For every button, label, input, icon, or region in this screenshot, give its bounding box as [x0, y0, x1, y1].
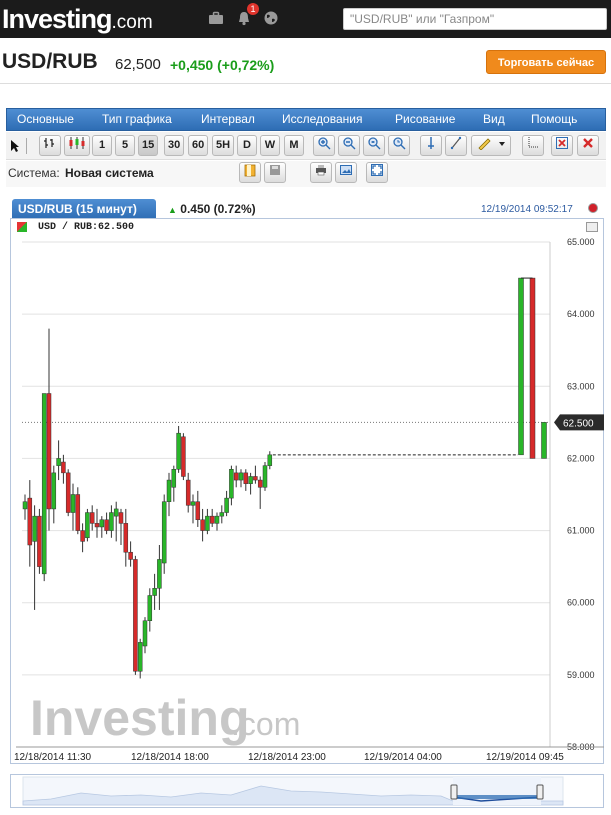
notification-badge: 1	[247, 3, 259, 15]
system-label: Система:	[8, 166, 60, 180]
bar-chart-type-button[interactable]	[39, 135, 61, 156]
menu-studies[interactable]: Исследования	[282, 112, 362, 126]
zoom-reset-button[interactable]	[388, 135, 410, 156]
trendline-icon	[450, 136, 462, 150]
export-image-button[interactable]	[335, 162, 357, 183]
zoom-fit-button[interactable]	[363, 135, 385, 156]
folder-icon	[244, 164, 256, 177]
close-icon	[583, 138, 593, 148]
top-navigation-bar: Investing.com 1 "USD/RUB" или "Газпром"	[0, 0, 611, 38]
zoom-in-icon	[318, 137, 331, 150]
instrument-header: USD/RUB 62,500 +0,450 (+0,72%) Торговать…	[0, 38, 611, 84]
navigator-right-handle[interactable]	[536, 784, 544, 800]
logo-suffix-text: .com	[111, 12, 153, 33]
candle-chart-type-button[interactable]	[64, 135, 90, 156]
candlestick-icon	[69, 137, 85, 149]
interval-15-button[interactable]: 15	[138, 135, 159, 156]
interval-w-button[interactable]: W	[260, 135, 280, 156]
logo-main-text: Investing	[2, 4, 113, 34]
system-bar: Система: Новая система	[6, 161, 606, 187]
zoom-in-button[interactable]	[313, 135, 335, 156]
interval-m-button[interactable]: M	[284, 135, 304, 156]
save-icon	[270, 165, 280, 175]
chart-toolbar: 1 5 15 30 60 5H D W M	[6, 132, 606, 160]
chart-change-value: 0.450 (0.72%)	[180, 202, 256, 216]
chart-area[interactable]	[10, 218, 604, 764]
zoom-reset-icon	[393, 137, 406, 150]
chart-legend: USD / RUB:62.500	[38, 222, 135, 233]
menu-chart-type[interactable]: Тип графика	[102, 112, 172, 126]
zoom-out-button[interactable]	[338, 135, 360, 156]
menu-drawing[interactable]: Рисование	[395, 112, 455, 126]
crosshair-icon	[428, 137, 434, 149]
dotted-crosshair-icon	[528, 137, 539, 148]
investing-logo[interactable]: Investing.com	[2, 4, 153, 35]
series-color-swatch	[17, 222, 27, 232]
delete-selected-icon	[556, 137, 568, 149]
chart-navigator[interactable]	[10, 774, 604, 808]
image-icon	[340, 165, 352, 175]
clear-all-button[interactable]	[577, 135, 599, 156]
interval-d-button[interactable]: D	[237, 135, 257, 156]
fullscreen-button[interactable]	[366, 162, 388, 183]
printer-icon	[316, 165, 326, 176]
toolbar-separator	[26, 138, 27, 154]
interval-60-button[interactable]: 60	[188, 135, 209, 156]
minimize-chart-button[interactable]	[586, 222, 598, 232]
menu-help[interactable]: Помощь	[531, 112, 577, 126]
drawing-tool-dropdown[interactable]	[471, 135, 511, 156]
interval-5-button[interactable]: 5	[115, 135, 135, 156]
ohlc-icon	[44, 138, 54, 148]
interval-1-button[interactable]: 1	[92, 135, 112, 156]
instrument-name: USD/RUB	[2, 50, 98, 73]
menu-view[interactable]: Вид	[483, 112, 505, 126]
live-indicator-icon[interactable]	[588, 203, 598, 213]
navigator-overview[interactable]	[11, 775, 603, 807]
trendline-button[interactable]	[445, 135, 467, 156]
chart-change: ▲ 0.450 (0.72%)	[168, 202, 256, 216]
interval-30-button[interactable]: 30	[164, 135, 185, 156]
remove-drawing-button[interactable]	[551, 135, 573, 156]
trade-now-button[interactable]: Торговать сейчас	[486, 50, 606, 74]
menu-main[interactable]: Основные	[17, 112, 74, 126]
search-input[interactable]: "USD/RUB" или "Газпром"	[343, 8, 607, 30]
chart-timestamp: 12/19/2014 09:52:17	[481, 204, 573, 215]
navigator-left-handle[interactable]	[450, 784, 458, 800]
instrument-change: +0,450 (+0,72%)	[170, 57, 275, 73]
zoom-fit-icon	[368, 137, 381, 150]
crosshair-button[interactable]	[420, 135, 442, 156]
briefcase-icon[interactable]	[208, 10, 224, 26]
crosshair-cursor-button[interactable]	[522, 135, 544, 156]
instrument-price: 62,500	[115, 56, 161, 73]
menu-interval[interactable]: Интервал	[201, 112, 255, 126]
chart-menu-bar: Основные Тип графика Интервал Исследован…	[6, 108, 606, 131]
up-arrow-icon: ▲	[168, 205, 177, 215]
system-value[interactable]: Новая система	[65, 166, 154, 180]
open-system-button[interactable]	[239, 162, 261, 183]
globe-icon[interactable]	[263, 10, 279, 26]
fullscreen-icon	[371, 164, 383, 176]
chart-tab[interactable]: USD/RUB (15 минут)	[12, 199, 156, 219]
cursor-icon[interactable]	[10, 139, 20, 153]
zoom-out-icon	[343, 137, 356, 150]
pencil-icon	[478, 138, 505, 151]
print-button[interactable]	[310, 162, 332, 183]
interval-5h-button[interactable]: 5H	[212, 135, 235, 156]
save-system-button[interactable]	[264, 162, 286, 183]
